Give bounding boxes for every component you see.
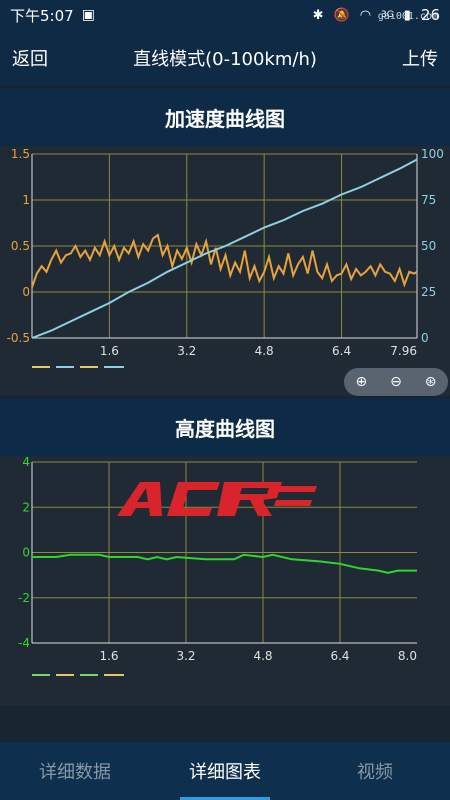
tab-detail-chart[interactable]: 详细图表 [150, 742, 300, 800]
y-tick-label-left: 1 [22, 193, 30, 207]
y-tick-label: 4 [22, 456, 30, 469]
height-section-header: 高度曲线图 [0, 398, 450, 456]
zoom-reset-icon[interactable]: ⊛ [425, 374, 437, 390]
altitude-line [32, 553, 417, 574]
image-icon: ▣ [81, 7, 95, 23]
speed-line [31, 158, 418, 339]
y-tick-label-left: -0.5 [7, 331, 30, 345]
back-button[interactable]: 返回 [12, 45, 48, 71]
x-tick-label: 1.6 [99, 649, 118, 663]
x-tick-label: 8.0 [398, 649, 417, 663]
zoom-in-icon[interactable]: ⊕ [355, 374, 367, 390]
upload-button[interactable]: 上传 [402, 45, 438, 71]
y-tick-label-right: 100 [421, 147, 444, 161]
nav-bar: 返回 直线模式(0-100km/h) 上传 [0, 30, 450, 86]
wifi-icon: ◠ [359, 7, 372, 23]
y-tick-label-right: 25 [421, 285, 436, 299]
x-tick-label: 4.8 [253, 649, 272, 663]
acr-racing-logo [117, 482, 317, 516]
zoom-out-icon[interactable]: ⊖ [390, 374, 402, 390]
tab-detail-data[interactable]: 详细数据 [0, 742, 150, 800]
acceleration-line [31, 233, 418, 288]
x-tick-label: 7.96 [390, 344, 417, 358]
x-tick-label: 3.2 [176, 649, 195, 663]
accel-chart-title: 加速度曲线图 [165, 106, 285, 131]
bottom-tab-bar: 详细数据 详细图表 视频 [0, 742, 450, 800]
y-tick-label: 2 [22, 500, 30, 514]
y-tick-label: 0 [22, 546, 30, 560]
x-tick-label: 1.6 [100, 344, 119, 358]
y-tick-label-left: 1.5 [11, 147, 30, 161]
y-tick-label-right: 50 [421, 239, 436, 253]
tab-video[interactable]: 视频 [300, 742, 450, 800]
status-bar: 下午5:07 ▣ ✱ 🔕 ◠ 3G ▮ 26 gai001.com [0, 0, 450, 30]
page-title: 直线模式(0-100km/h) [133, 49, 317, 70]
y-tick-label-left: 0 [22, 285, 30, 299]
height-chart-title: 高度曲线图 [175, 416, 275, 441]
y-tick-label: -2 [18, 591, 30, 605]
zoom-controls: ⊕ ⊖ ⊛ [344, 368, 448, 396]
accel-section-header: 加速度曲线图 [0, 88, 450, 146]
tab-label: 详细图表 [189, 762, 261, 783]
tab-label: 详细数据 [39, 762, 111, 783]
y-tick-label-right: 75 [421, 193, 436, 207]
status-time: 下午5:07 [10, 6, 74, 25]
y-tick-label-left: 0.5 [11, 239, 30, 253]
y-tick-label: -4 [18, 636, 30, 650]
y-tick-label-right: 0 [421, 331, 429, 345]
mute-icon: 🔕 [333, 7, 350, 23]
x-tick-label: 6.4 [330, 649, 349, 663]
accel-chart: 1.5 1 0.5 0 -0.5 100 75 50 25 0 1.6 3.2 4.8 6.4 7.96 [7, 147, 444, 368]
x-tick-label: 4.8 [255, 344, 274, 358]
x-tick-label: 6.4 [332, 344, 351, 358]
x-tick-label: 3.2 [177, 344, 196, 358]
watermark-text: gai001.com [377, 11, 438, 22]
accel-chart-panel: 1.5 1 0.5 0 -0.5 100 75 50 25 0 1.6 3.2 4.8 6.4 7.96 [0, 146, 450, 396]
tab-label: 视频 [357, 762, 393, 783]
bluetooth-icon: ✱ [312, 7, 324, 23]
